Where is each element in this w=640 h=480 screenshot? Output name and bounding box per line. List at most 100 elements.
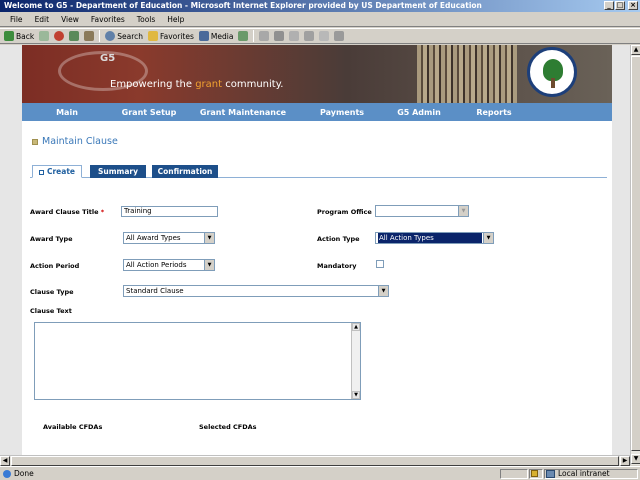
minimize-button[interactable]: _ (604, 1, 614, 10)
chevron-down-icon: ▼ (204, 233, 214, 243)
required-asterisk: * (100, 208, 105, 216)
page-done-icon (3, 470, 11, 478)
action-period-label: Action Period (30, 262, 80, 270)
menu-tools[interactable]: Tools (131, 15, 161, 24)
messenger-button[interactable] (319, 31, 330, 41)
search-button[interactable]: Search (105, 31, 143, 41)
refresh-icon (69, 31, 80, 41)
favorites-label: Favorites (160, 31, 194, 41)
scroll-right-icon[interactable]: ▶ (620, 456, 630, 466)
mandatory-label: Mandatory (317, 262, 357, 270)
mandatory-checkbox[interactable] (376, 260, 384, 268)
menu-favorites[interactable]: Favorites (85, 15, 131, 24)
stop-button[interactable] (54, 31, 65, 41)
tab-create[interactable]: Create (32, 165, 82, 178)
clause-text-label: Clause Text (30, 307, 72, 315)
browser-viewport: G5 Empowering the grant community. Main … (0, 45, 630, 465)
forward-button[interactable] (39, 31, 50, 41)
window-title-bar: Welcome to G5 - Department of Education … (0, 0, 640, 12)
nav-payments[interactable]: Payments (300, 108, 384, 117)
nav-main[interactable]: Main (22, 108, 112, 117)
search-icon (105, 31, 116, 41)
close-button[interactable]: × (628, 1, 638, 10)
award-clause-title-input[interactable]: Training (121, 206, 218, 217)
history-button[interactable] (238, 31, 249, 41)
mail-icon (259, 31, 270, 41)
scroll-up-icon[interactable]: ▲ (352, 323, 360, 331)
media-icon (198, 31, 209, 41)
media-button[interactable]: Media (198, 31, 234, 41)
stop-icon (54, 31, 65, 41)
maximize-button[interactable]: □ (615, 1, 625, 10)
tab-summary[interactable]: Summary (90, 165, 146, 178)
star-icon (148, 31, 158, 41)
tab-bullet-icon (38, 170, 44, 175)
back-arrow-icon (4, 31, 14, 41)
scrollbar-thumb[interactable] (631, 56, 640, 451)
home-icon (84, 31, 95, 41)
favorites-button[interactable]: Favorites (148, 31, 194, 41)
scroll-down-icon[interactable]: ▼ (352, 391, 360, 399)
chevron-down-icon: ▼ (458, 206, 468, 216)
nav-grant-setup[interactable]: Grant Setup (112, 108, 186, 117)
textarea-scrollbar[interactable]: ▲ ▼ (351, 323, 360, 399)
print-button[interactable] (274, 31, 285, 41)
program-office-select[interactable]: ▼ (375, 205, 469, 217)
horizontal-scrollbar[interactable]: ◀ ▶ (0, 455, 630, 466)
mail-button[interactable] (259, 31, 270, 41)
library-shelf-image (417, 45, 517, 103)
forward-arrow-icon (39, 31, 50, 41)
nav-g5-admin[interactable]: G5 Admin (384, 108, 454, 117)
available-cfdas-label: Available CFDAs (43, 423, 103, 431)
security-zone: Local intranet (546, 469, 610, 478)
refresh-button[interactable] (69, 31, 80, 41)
page-content: G5 Empowering the grant community. Main … (22, 45, 612, 465)
scroll-up-icon[interactable]: ▲ (631, 45, 640, 55)
intranet-icon (546, 469, 555, 478)
edit-icon (289, 31, 300, 41)
section-bullet-icon (32, 138, 38, 145)
clause-text-area[interactable]: ▲ ▼ (34, 322, 361, 400)
chevron-down-icon: ▼ (378, 286, 388, 296)
nav-grant-maintenance[interactable]: Grant Maintenance (186, 108, 300, 117)
section-header: Maintain Clause (32, 136, 118, 147)
menu-help[interactable]: Help (161, 15, 190, 24)
toolbar-separator (253, 30, 255, 42)
scroll-down-icon[interactable]: ▼ (631, 454, 640, 464)
g5-banner: G5 Empowering the grant community. (22, 45, 612, 103)
award-type-select[interactable]: All Award Types ▼ (123, 232, 215, 244)
menu-edit[interactable]: Edit (29, 15, 56, 24)
action-type-label: Action Type (317, 235, 360, 243)
clause-type-label: Clause Type (30, 288, 74, 296)
g5-logo-text: G5 (100, 53, 116, 64)
menu-file[interactable]: File (4, 15, 29, 24)
history-icon (238, 31, 249, 41)
action-type-select[interactable]: All Action Types ▼ (375, 232, 494, 244)
selected-cfdas-label: Selected CFDAs (199, 423, 257, 431)
menu-view[interactable]: View (55, 15, 85, 24)
discuss-button[interactable] (304, 31, 315, 41)
award-type-label: Award Type (30, 235, 73, 243)
messenger-icon (319, 31, 330, 41)
home-button[interactable] (84, 31, 95, 41)
back-button[interactable]: Back (4, 31, 34, 41)
nav-reports[interactable]: Reports (454, 108, 534, 117)
scroll-left-icon[interactable]: ◀ (0, 456, 10, 466)
award-clause-title-label: Award Clause Title * (30, 208, 105, 216)
program-office-label: Program Office (317, 208, 372, 216)
tab-strip: Create Summary Confirmation (30, 164, 607, 178)
clause-type-select[interactable]: Standard Clause ▼ (123, 285, 389, 297)
toolbar-separator (99, 30, 101, 42)
media-label: Media (210, 31, 234, 41)
tab-confirmation[interactable]: Confirmation (152, 165, 218, 178)
lock-icon (531, 470, 538, 477)
research-icon (334, 31, 345, 41)
action-period-select[interactable]: All Action Periods ▼ (123, 259, 215, 271)
research-button[interactable] (334, 31, 345, 41)
chevron-down-icon: ▼ (483, 233, 493, 243)
menu-bar: File Edit View Favorites Tools Help (0, 12, 640, 27)
vertical-scrollbar[interactable]: ▲ ▼ (630, 45, 640, 465)
edit-button[interactable] (289, 31, 300, 41)
scrollbar-thumb[interactable] (11, 456, 619, 466)
department-of-education-seal (527, 47, 577, 97)
